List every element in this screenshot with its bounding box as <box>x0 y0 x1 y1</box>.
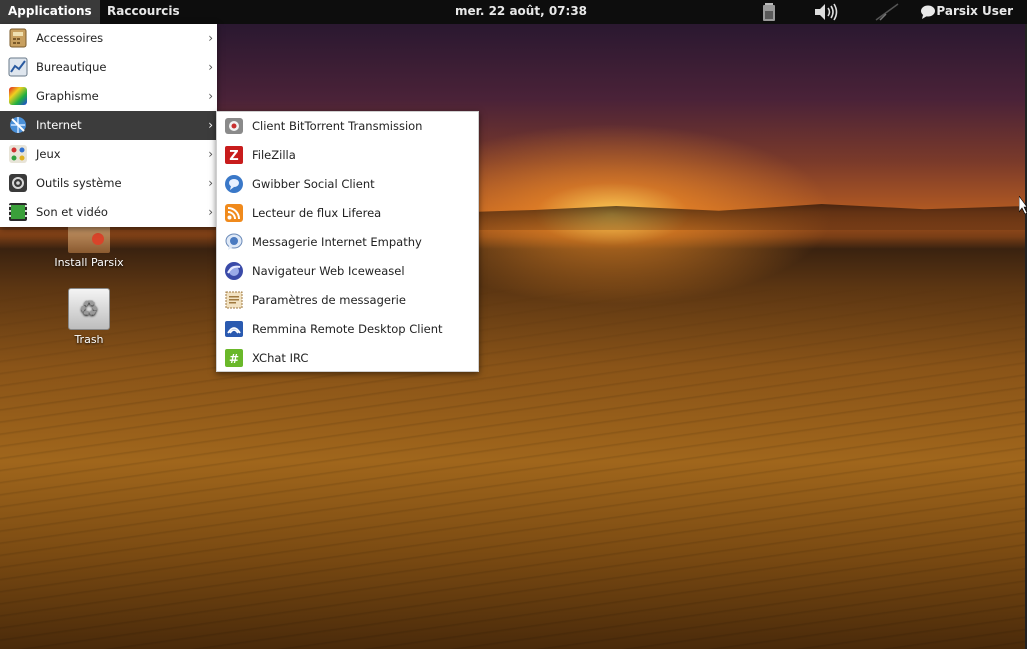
menu-item-label: Internet <box>36 118 82 132</box>
menu-item-label: Lecteur de flux Liferea <box>252 206 382 220</box>
accessories-icon <box>8 28 28 48</box>
menu-item-remmina[interactable]: Remmina Remote Desktop Client <box>217 315 478 344</box>
system-tools-icon <box>8 173 28 193</box>
sound-video-icon <box>8 202 28 222</box>
menu-item-label: FileZilla <box>252 148 296 162</box>
menu-item-xchat[interactable]: # XChat IRC <box>217 344 478 373</box>
menu-item-label: Outils système <box>36 176 122 190</box>
chat-status-icon[interactable] <box>920 5 936 23</box>
xchat-icon: # <box>224 348 244 368</box>
desktop-icon-trash[interactable]: ♻ Trash <box>44 288 134 346</box>
menu-item-label: Paramètres de messagerie <box>252 293 406 307</box>
chevron-right-icon: › <box>208 60 213 74</box>
menu-item-label: Jeux <box>36 147 61 161</box>
menu-item-label: Bureautique <box>36 60 107 74</box>
office-icon <box>8 57 28 77</box>
menu-item-graphics[interactable]: Graphisme › <box>0 82 217 111</box>
network-icon[interactable] <box>874 3 900 21</box>
menu-item-empathy[interactable]: Messagerie Internet Empathy <box>217 228 478 257</box>
user-menu-button[interactable]: Parsix User <box>936 0 1021 24</box>
filezilla-icon: Z <box>224 145 244 165</box>
menu-item-label: XChat IRC <box>252 351 309 365</box>
menu-item-gwibber[interactable]: Gwibber Social Client <box>217 170 478 199</box>
menu-item-label: Navigateur Web Iceweasel <box>252 264 405 278</box>
transmission-icon <box>224 116 244 136</box>
rss-feed-icon <box>224 203 244 223</box>
remmina-icon <box>224 319 244 339</box>
clock[interactable]: mer. 22 août, 07:38 <box>447 0 595 24</box>
empathy-icon <box>224 232 244 252</box>
svg-text:#: # <box>229 352 239 366</box>
menu-item-mail-settings[interactable]: Paramètres de messagerie <box>217 286 478 315</box>
chevron-right-icon: › <box>208 89 213 103</box>
internet-icon <box>8 115 28 135</box>
menu-item-label: Accessoires <box>36 31 104 45</box>
menu-item-iceweasel[interactable]: Navigateur Web Iceweasel <box>217 257 478 286</box>
graphics-icon <box>8 86 28 106</box>
iceweasel-icon <box>224 261 244 281</box>
internet-submenu: Client BitTorrent Transmission Z FileZil… <box>216 111 479 372</box>
menu-item-games[interactable]: Jeux › <box>0 140 217 169</box>
mouse-pointer-icon <box>1018 195 1027 215</box>
battery-icon[interactable] <box>762 3 776 21</box>
applications-menu-button[interactable]: Applications <box>0 0 100 24</box>
mail-settings-icon <box>224 290 244 310</box>
gwibber-icon <box>224 174 244 194</box>
shortcuts-menu-button[interactable]: Raccourcis <box>99 0 188 24</box>
chevron-right-icon: › <box>208 31 213 45</box>
desktop-icon-label: Install Parsix <box>54 256 124 269</box>
svg-text:Z: Z <box>229 149 238 164</box>
games-icon <box>8 144 28 164</box>
applications-menu: Accessoires › Bureautique › Graphisme › … <box>0 24 217 227</box>
menu-item-label: Gwibber Social Client <box>252 177 375 191</box>
menu-item-label: Son et vidéo <box>36 205 108 219</box>
top-panel: Applications Raccourcis mer. 22 août, 07… <box>0 0 1027 24</box>
menu-item-sound-video[interactable]: Son et vidéo › <box>0 198 217 227</box>
menu-item-accessories[interactable]: Accessoires › <box>0 24 217 53</box>
menu-item-label: Remmina Remote Desktop Client <box>252 322 443 336</box>
menu-item-system-tools[interactable]: Outils système › <box>0 169 217 198</box>
menu-item-office[interactable]: Bureautique › <box>0 53 217 82</box>
menu-item-internet[interactable]: Internet › <box>0 111 217 140</box>
volume-icon[interactable] <box>814 3 840 21</box>
desktop-icon-label: Trash <box>74 333 104 346</box>
menu-item-liferea[interactable]: Lecteur de flux Liferea <box>217 199 478 228</box>
menu-item-transmission[interactable]: Client BitTorrent Transmission <box>217 112 478 141</box>
menu-item-filezilla[interactable]: Z FileZilla <box>217 141 478 170</box>
installer-package-icon <box>68 225 110 253</box>
menu-item-label: Client BitTorrent Transmission <box>252 119 423 133</box>
chevron-right-icon: › <box>208 176 213 190</box>
chevron-right-icon: › <box>208 205 213 219</box>
menu-item-label: Graphisme <box>36 89 99 103</box>
menu-item-label: Messagerie Internet Empathy <box>252 235 422 249</box>
desktop-icon-install-parsix[interactable]: Install Parsix <box>44 225 134 269</box>
trash-icon: ♻ <box>68 288 110 330</box>
chevron-right-icon: › <box>208 118 213 132</box>
chevron-right-icon: › <box>208 147 213 161</box>
